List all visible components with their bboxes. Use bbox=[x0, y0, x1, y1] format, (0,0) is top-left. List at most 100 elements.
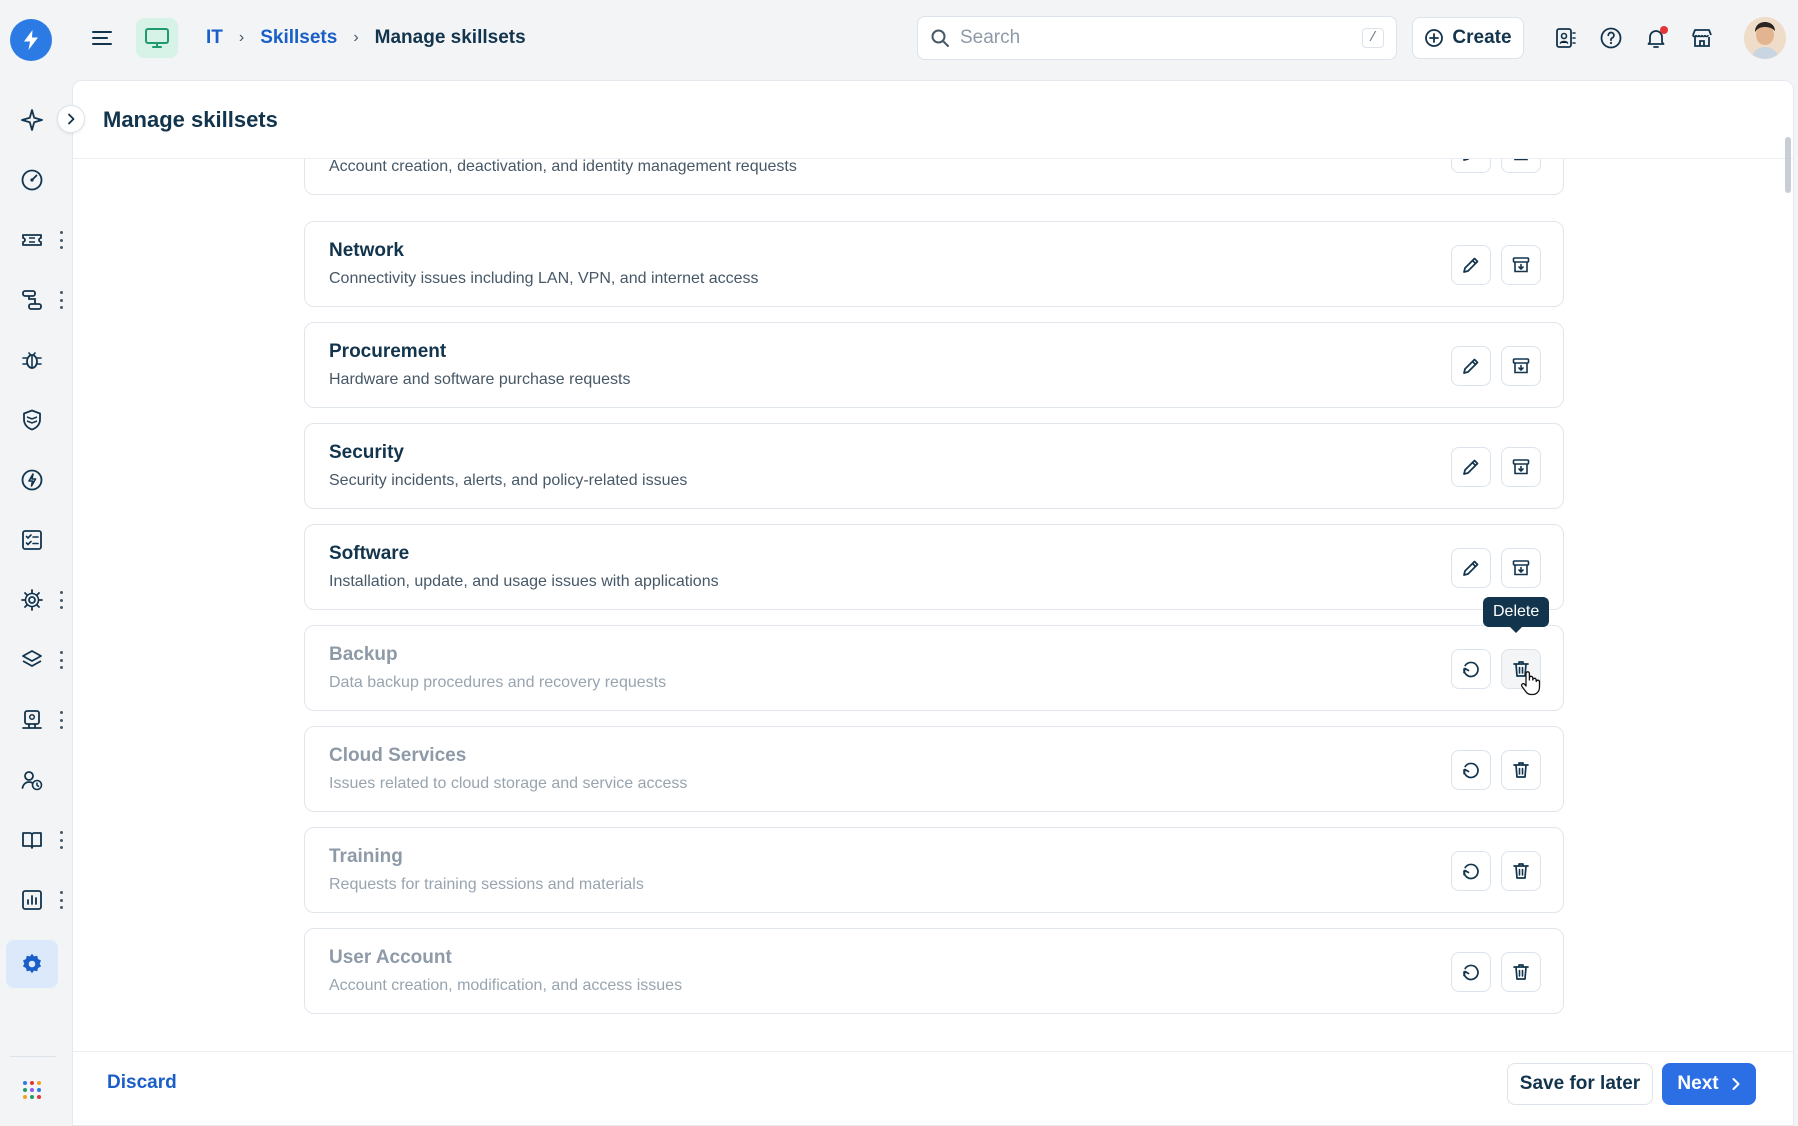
skillset-description: Account creation, modification, and acce… bbox=[329, 977, 683, 994]
skillset-card: Software Installation, update, and usage… bbox=[304, 524, 1564, 610]
sparkle-icon[interactable] bbox=[14, 102, 50, 138]
panel-footer: Discard Save for later Next bbox=[73, 1051, 1793, 1125]
edit-button[interactable] bbox=[1451, 346, 1491, 386]
skillset-description: Account creation, deactivation, and iden… bbox=[329, 158, 797, 175]
archived-skillset-card: User Account Account creation, modificat… bbox=[304, 928, 1564, 1014]
chevron-right-icon: › bbox=[353, 29, 359, 46]
notification-bell-icon[interactable] bbox=[1642, 24, 1670, 52]
bug-icon[interactable] bbox=[14, 342, 50, 378]
chevron-right-icon bbox=[1732, 1078, 1740, 1090]
breadcrumb-workspace-link[interactable]: IT bbox=[206, 27, 223, 49]
search-icon bbox=[931, 29, 949, 47]
skillset-description: Security incidents, alerts, and policy-r… bbox=[329, 472, 688, 489]
chart-icon[interactable] bbox=[14, 882, 50, 918]
restore-icon bbox=[1463, 863, 1479, 880]
apps-grid-icon[interactable] bbox=[14, 1072, 50, 1108]
workflow-icon[interactable] bbox=[14, 282, 50, 318]
trash-icon bbox=[1513, 863, 1529, 879]
edit-button[interactable] bbox=[1451, 447, 1491, 487]
archive-button[interactable] bbox=[1501, 245, 1541, 285]
device-more-icon[interactable] bbox=[58, 711, 64, 729]
panel-header: Manage skillsets bbox=[73, 81, 1793, 159]
delete-button[interactable] bbox=[1501, 851, 1541, 891]
restore-button[interactable] bbox=[1451, 851, 1491, 891]
archived-skillset-card: Backup Data backup procedures and recove… bbox=[304, 625, 1564, 711]
top-bar: IT › Skillsets › Manage skillsets / Crea… bbox=[0, 0, 1798, 76]
archive-icon bbox=[1512, 257, 1530, 273]
skillset-description: Requests for training sessions and mater… bbox=[329, 876, 644, 893]
notification-dot bbox=[1660, 26, 1668, 34]
pencil-icon bbox=[1463, 459, 1479, 475]
pencil-icon bbox=[1463, 358, 1479, 374]
pencil-icon bbox=[1463, 560, 1479, 576]
edit-button[interactable] bbox=[1451, 548, 1491, 588]
archive-button[interactable] bbox=[1501, 447, 1541, 487]
chevron-right-icon bbox=[68, 113, 75, 125]
archived-skillset-card: Training Requests for training sessions … bbox=[304, 827, 1564, 913]
chevron-right-icon: › bbox=[238, 29, 245, 46]
trash-icon bbox=[1513, 762, 1529, 778]
bolt-icon[interactable] bbox=[14, 462, 50, 498]
save-for-later-button[interactable]: Save for later bbox=[1507, 1063, 1653, 1105]
archive-button[interactable] bbox=[1501, 346, 1541, 386]
skillset-description: Issues related to cloud storage and serv… bbox=[329, 775, 688, 792]
skillset-description: Installation, update, and usage issues w… bbox=[329, 573, 719, 590]
app-logo-icon[interactable] bbox=[10, 19, 52, 61]
ticket-more-icon[interactable] bbox=[58, 231, 64, 249]
marketplace-icon[interactable] bbox=[1688, 24, 1716, 52]
book-more-icon[interactable] bbox=[58, 831, 64, 849]
skillset-description: Hardware and software purchase requests bbox=[329, 371, 631, 388]
ticket-icon[interactable] bbox=[14, 222, 50, 258]
book-icon[interactable] bbox=[14, 822, 50, 858]
menu-icon[interactable] bbox=[90, 26, 114, 50]
global-search[interactable]: / bbox=[917, 16, 1397, 60]
vertical-scrollbar[interactable] bbox=[1785, 137, 1791, 193]
settings-icon[interactable] bbox=[6, 940, 58, 988]
layers-icon[interactable] bbox=[14, 642, 50, 678]
user-clock-icon[interactable] bbox=[14, 762, 50, 798]
archive-icon bbox=[1512, 358, 1530, 374]
workspace-monitor-icon[interactable] bbox=[136, 18, 178, 58]
restore-icon bbox=[1463, 964, 1479, 981]
checklist-icon[interactable] bbox=[14, 522, 50, 558]
contacts-icon[interactable] bbox=[1552, 24, 1580, 52]
skillset-name: User Account bbox=[329, 947, 452, 968]
help-icon[interactable] bbox=[1597, 24, 1625, 52]
pencil-icon bbox=[1463, 257, 1479, 273]
chart-more-icon[interactable] bbox=[58, 891, 64, 909]
breadcrumb-skillsets-link[interactable]: Skillsets bbox=[260, 27, 337, 49]
search-shortcut-badge: / bbox=[1361, 28, 1384, 48]
edit-button[interactable] bbox=[1451, 245, 1491, 285]
delete-tooltip: Delete bbox=[1483, 597, 1550, 633]
delete-button[interactable] bbox=[1501, 750, 1541, 790]
discard-button[interactable]: Discard bbox=[107, 1072, 177, 1094]
trash-icon bbox=[1513, 964, 1529, 980]
restore-button[interactable] bbox=[1451, 750, 1491, 790]
create-button-label: Create bbox=[1452, 27, 1512, 48]
breadcrumb-current: Manage skillsets bbox=[374, 27, 526, 48]
dashboard-icon[interactable] bbox=[14, 162, 50, 198]
delete-button[interactable] bbox=[1501, 952, 1541, 992]
skillset-name: Training bbox=[329, 846, 403, 867]
nav-divider bbox=[10, 1056, 56, 1057]
user-avatar[interactable] bbox=[1744, 17, 1786, 59]
next-button[interactable]: Next bbox=[1662, 1063, 1756, 1105]
search-input[interactable] bbox=[960, 27, 1362, 49]
device-icon[interactable] bbox=[14, 702, 50, 738]
breadcrumb: IT › Skillsets › Manage skillsets bbox=[206, 24, 526, 52]
restore-button[interactable] bbox=[1451, 649, 1491, 689]
shield-icon[interactable] bbox=[14, 402, 50, 438]
expand-sidebar-button[interactable] bbox=[57, 105, 85, 133]
archive-button[interactable] bbox=[1501, 548, 1541, 588]
layers-more-icon[interactable] bbox=[58, 651, 64, 669]
skillset-name: Network bbox=[329, 240, 404, 261]
skillset-card: Procurement Hardware and software purcha… bbox=[304, 322, 1564, 408]
gears-more-icon[interactable] bbox=[58, 591, 64, 609]
gears-icon[interactable] bbox=[14, 582, 50, 618]
restore-button[interactable] bbox=[1451, 952, 1491, 992]
create-button[interactable]: Create bbox=[1412, 17, 1524, 59]
skillset-name: Cloud Services bbox=[329, 745, 467, 766]
skillset-description: Data backup procedures and recovery requ… bbox=[329, 674, 667, 691]
workflow-more-icon[interactable] bbox=[58, 291, 64, 309]
archive-icon bbox=[1512, 459, 1530, 475]
